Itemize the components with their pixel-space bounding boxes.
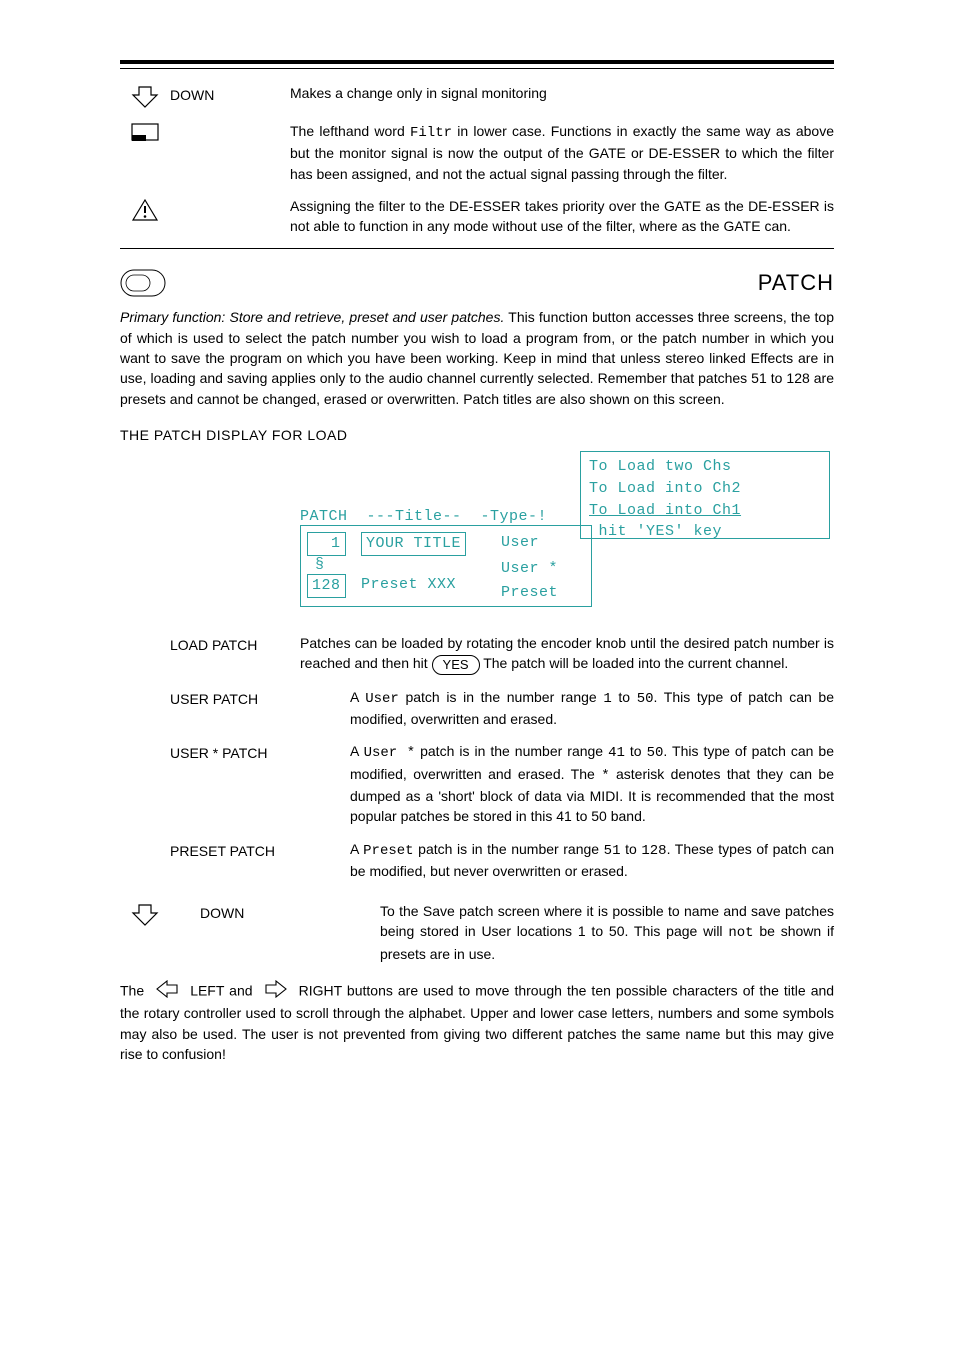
row-down2: DOWN To the Save patch screen where it i…	[120, 901, 834, 964]
preset-label: PRESET PATCH	[170, 839, 350, 861]
row-down: DOWN Makes a change only in signal monit…	[120, 83, 834, 109]
userstar-label: USER * PATCH	[170, 741, 350, 763]
row-userstar-patch: USER * PATCH A User * patch is in the nu…	[120, 741, 834, 826]
left-arrow-icon	[155, 980, 179, 1003]
load-b: The patch will be loaded into the curren…	[483, 655, 788, 671]
warn-text: Assigning the filter to the DE-ESSER tak…	[290, 196, 834, 237]
patch-lead: Primary function: Store and retrieve, pr…	[120, 309, 504, 325]
lcd-row1-num: 1	[307, 532, 346, 556]
preset-text: A Preset patch is in the number range 51…	[350, 839, 834, 882]
down-icon	[120, 83, 170, 109]
yes-button[interactable]: YES	[432, 655, 480, 675]
rule-thin	[120, 68, 834, 69]
load-patch-text: Patches can be loaded by rotating the en…	[300, 633, 834, 675]
patch-button-icon	[120, 269, 166, 302]
lcd-row2-title: Preset XXX	[361, 574, 456, 596]
lcd-row2-type2: Preset	[501, 582, 558, 604]
patch-title: PATCH	[758, 267, 834, 299]
down-label: DOWN	[170, 83, 290, 105]
lcd-side-box: To Load two Chs To Load into Ch2 To Load…	[580, 451, 830, 539]
row-load-patch: LOAD PATCH Patches can be loaded by rota…	[120, 633, 834, 675]
filtr-spacer	[170, 121, 290, 123]
lcd-side2: To Load into Ch2	[589, 478, 821, 500]
row-user-patch: USER PATCH A User patch is in the number…	[120, 687, 834, 730]
screen-icon	[120, 121, 170, 143]
rule-thick	[120, 60, 834, 64]
filtr-word: Filtr	[410, 125, 452, 141]
nav-paragraph: The LEFT and RIGHT buttons are used to m…	[120, 980, 834, 1064]
row-warning: Assigning the filter to the DE-ESSER tak…	[120, 196, 834, 237]
userstar-text: A User * patch is in the number range 41…	[350, 741, 834, 826]
down2-label: DOWN	[170, 901, 380, 923]
lcd-row1-type: User	[501, 532, 539, 554]
rule-mid	[120, 248, 834, 249]
lcd-side3: To Load into Ch1	[589, 500, 821, 522]
filtr-a: The lefthand word	[290, 123, 410, 139]
right-arrow-icon	[264, 980, 288, 1003]
lcd-row2-num: 128	[307, 574, 346, 598]
load-patch-label: LOAD PATCH	[170, 633, 300, 655]
user-patch-label: USER PATCH	[170, 687, 350, 709]
user-patch-text: A User patch is in the number range 1 to…	[350, 687, 834, 730]
lcd-display: PATCH ---Title-- -Type-! 1 YOUR TITLE Us…	[300, 451, 834, 609]
down2-text: To the Save patch screen where it is pos…	[380, 901, 834, 964]
filtr-text: The lefthand word Filtr in lower case. F…	[290, 121, 834, 184]
lcd-row2-type1: User *	[501, 558, 558, 580]
patch-intro: Primary function: Store and retrieve, pr…	[120, 307, 834, 408]
lcd-row1-title: YOUR TITLE	[361, 532, 466, 556]
patch-header-row: PATCH	[120, 263, 834, 307]
row-filtr: The lefthand word Filtr in lower case. F…	[120, 121, 834, 184]
row-preset-patch: PRESET PATCH A Preset patch is in the nu…	[120, 839, 834, 882]
down-text: Makes a change only in signal monitoring	[290, 83, 834, 103]
lcd-side4: hit 'YES' key	[589, 521, 821, 543]
warn-spacer	[170, 196, 290, 198]
load-heading: THE PATCH DISPLAY FOR LOAD	[120, 425, 834, 445]
lcd-side1: To Load two Chs	[589, 456, 821, 478]
warning-icon	[120, 196, 170, 222]
down2-icon	[120, 901, 170, 927]
